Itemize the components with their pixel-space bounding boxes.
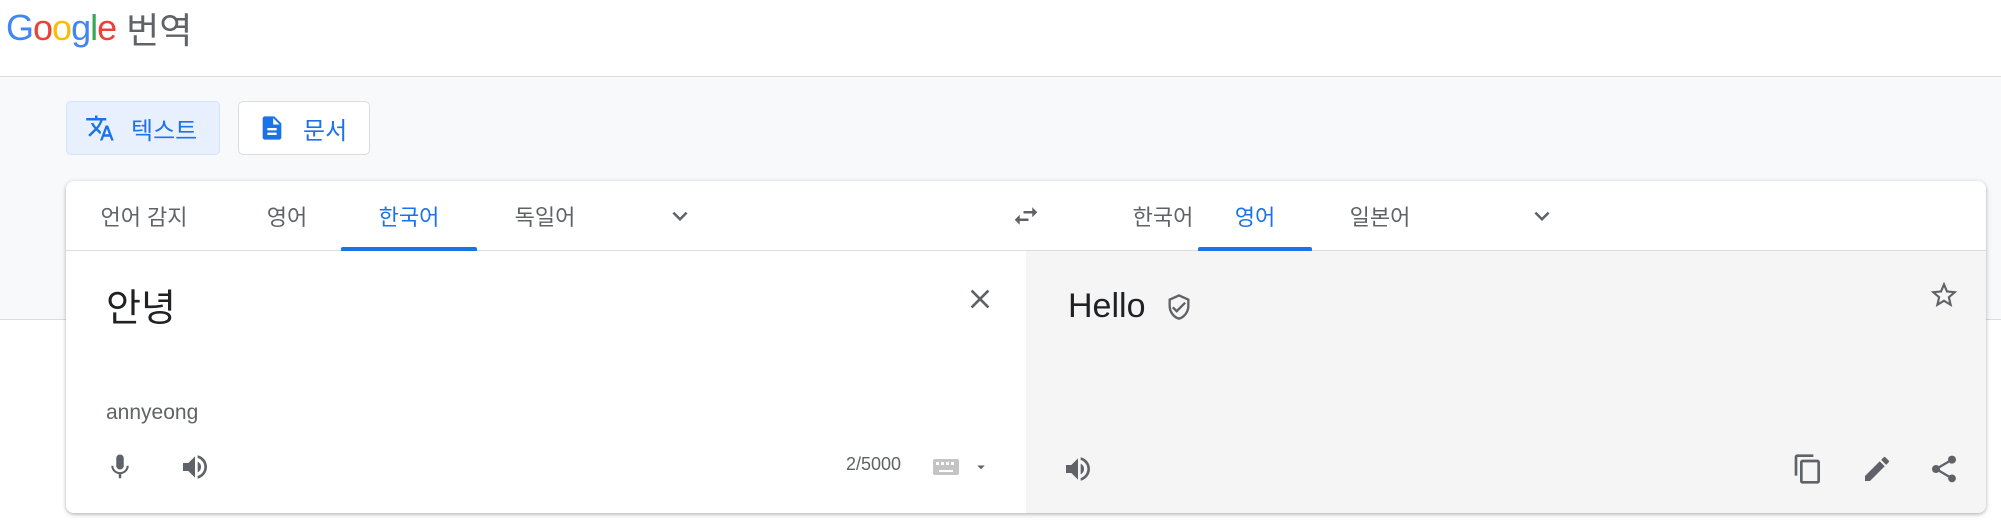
text-mode-label: 텍스트 bbox=[131, 117, 198, 145]
speaker-icon bbox=[1066, 457, 1090, 481]
microphone-icon bbox=[111, 454, 129, 479]
source-tab-korean[interactable]: 한국어 bbox=[341, 181, 477, 251]
close-icon bbox=[970, 289, 990, 309]
translate-icon bbox=[85, 113, 115, 143]
source-panel: 안녕 annyeong 2/5000 bbox=[66, 251, 1026, 513]
source-language-more-button[interactable] bbox=[656, 192, 704, 240]
chevron-down-icon bbox=[1534, 211, 1550, 221]
target-tab-english[interactable]: 영어 bbox=[1198, 181, 1312, 251]
source-tab-german[interactable]: 독일어 bbox=[477, 181, 613, 251]
top-bar: Google 번역 bbox=[0, 0, 2001, 77]
source-text-input[interactable]: 안녕 bbox=[106, 277, 176, 332]
verified-shield-icon bbox=[1168, 294, 1190, 320]
document-icon bbox=[257, 113, 287, 143]
chevron-down-icon bbox=[672, 211, 688, 221]
suggest-edit-button[interactable] bbox=[1853, 445, 1901, 493]
copy-translation-button[interactable] bbox=[1784, 445, 1832, 493]
text-mode-button[interactable]: 텍스트 bbox=[66, 101, 220, 155]
caret-down-icon bbox=[977, 465, 985, 470]
listen-translation-button[interactable] bbox=[1054, 445, 1102, 493]
product-name: 번역 bbox=[126, 11, 193, 52]
source-tab-detect[interactable]: 언어 감지 bbox=[66, 181, 222, 251]
source-tab-english[interactable]: 영어 bbox=[222, 181, 352, 251]
input-tools-button[interactable] bbox=[928, 447, 994, 487]
clear-source-button[interactable] bbox=[956, 275, 1004, 323]
translation-card: 언어 감지 영어 한국어 독일어 한국어 영어 일본어 안녕 annyeong … bbox=[66, 181, 1986, 513]
keyboard-icon bbox=[933, 459, 959, 475]
save-translation-button[interactable] bbox=[1920, 271, 1968, 319]
voice-input-button[interactable] bbox=[96, 443, 144, 491]
language-bar: 언어 감지 영어 한국어 독일어 한국어 영어 일본어 bbox=[66, 181, 1986, 251]
share-icon bbox=[1932, 455, 1956, 483]
target-language-more-button[interactable] bbox=[1518, 192, 1566, 240]
star-outline-icon bbox=[1930, 281, 1958, 307]
document-mode-button[interactable]: 문서 bbox=[238, 101, 370, 155]
character-counter: 2/5000 bbox=[846, 454, 902, 474]
google-logo: Google bbox=[6, 7, 117, 48]
document-mode-label: 문서 bbox=[303, 117, 348, 145]
copy-icon bbox=[1794, 454, 1820, 484]
speaker-icon bbox=[183, 455, 207, 479]
swap-icon bbox=[1014, 207, 1038, 225]
google-translate-logo[interactable]: Google 번역 bbox=[6, 6, 192, 52]
swap-languages-button[interactable] bbox=[1002, 192, 1050, 240]
share-translation-button[interactable] bbox=[1920, 445, 1968, 493]
translation-output: Hello bbox=[1068, 287, 1193, 326]
translation-text: Hello bbox=[1068, 287, 1146, 325]
target-panel: Hello bbox=[1026, 251, 1986, 513]
pencil-icon bbox=[1865, 456, 1890, 481]
transliteration: annyeong bbox=[106, 401, 199, 424]
target-tab-japanese[interactable]: 일본어 bbox=[1312, 181, 1448, 251]
listen-source-button[interactable] bbox=[171, 443, 219, 491]
